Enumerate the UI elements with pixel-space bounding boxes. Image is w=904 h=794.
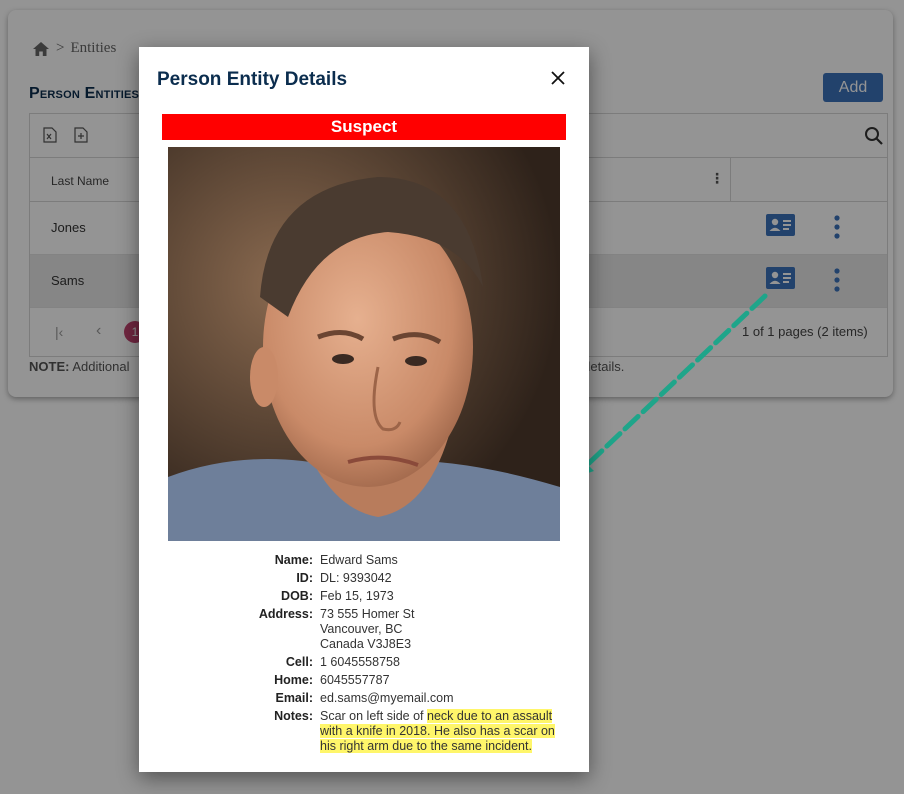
label-id: ID: [296, 571, 313, 585]
label-name: Name: [274, 553, 313, 567]
address-line-1: 73 555 Homer St [320, 607, 415, 621]
detail-row-name: Name: Edward Sams [139, 553, 589, 568]
value-notes: Scar on left side of neck due to an assa… [320, 709, 570, 754]
value-name: Edward Sams [320, 553, 398, 567]
detail-row-dob: DOB: Feb 15, 1973 [139, 589, 589, 604]
notes-text: Scar on left side of [320, 709, 428, 723]
label-notes: Notes: [274, 709, 313, 723]
detail-row-email: Email: ed.sams@myemail.com [139, 691, 589, 706]
person-details: Name: Edward Sams ID: DL: 9393042 DOB: F… [139, 553, 589, 757]
label-address: Address: [258, 607, 313, 621]
person-photo [168, 147, 560, 541]
detail-row-cell: Cell: 1 6045558758 [139, 655, 589, 670]
detail-row-id: ID: DL: 9393042 [139, 571, 589, 586]
value-address: 73 555 Homer St Vancouver, BC Canada V3J… [320, 607, 570, 652]
label-dob: DOB: [281, 589, 313, 603]
value-dob: Feb 15, 1973 [320, 589, 394, 603]
close-icon[interactable] [551, 71, 565, 90]
detail-row-home: Home: 6045557787 [139, 673, 589, 688]
value-cell: 1 6045558758 [320, 655, 400, 669]
address-line-2: Vancouver, BC [320, 622, 403, 636]
label-email: Email: [275, 691, 313, 705]
person-details-modal: Person Entity Details Suspect Name: Edwa… [139, 47, 589, 772]
status-banner: Suspect [162, 114, 566, 140]
label-cell: Cell: [285, 655, 313, 669]
value-home: 6045557787 [320, 673, 390, 687]
modal-title: Person Entity Details [157, 69, 348, 90]
detail-row-notes: Notes: Scar on left side of neck due to … [139, 709, 589, 754]
value-email: ed.sams@myemail.com [320, 691, 454, 705]
value-id: DL: 9393042 [320, 571, 392, 585]
label-home: Home: [274, 673, 313, 687]
address-line-3: Canada V3J8E3 [320, 637, 412, 651]
detail-row-address: Address: 73 555 Homer St Vancouver, BC C… [139, 607, 589, 652]
